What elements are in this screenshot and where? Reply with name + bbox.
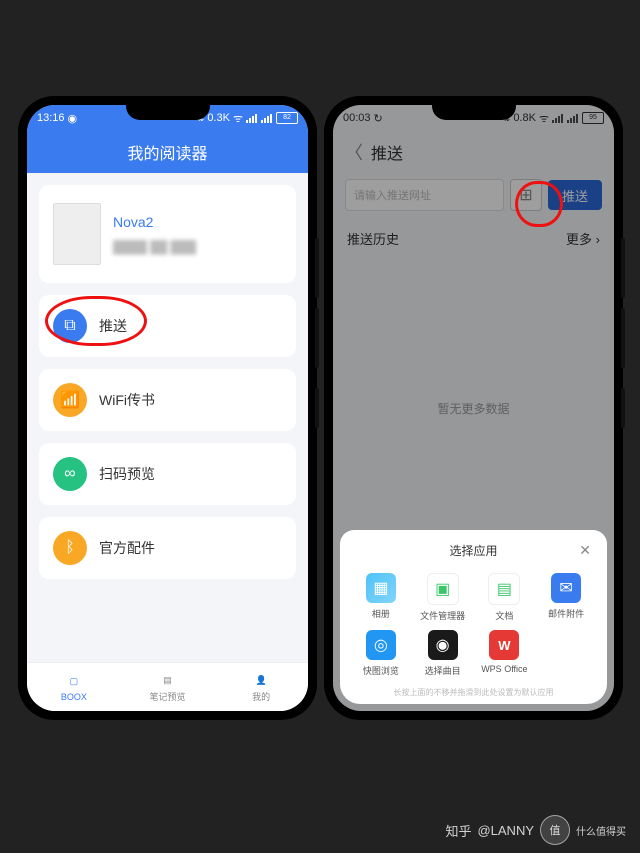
- menu-item-scan[interactable]: ∞ 扫码预览: [39, 443, 296, 505]
- app-icon: ▣: [427, 573, 459, 605]
- nav-tab-2[interactable]: 👤我的: [214, 663, 308, 711]
- device-card[interactable]: Nova2 ████ ██ ███: [39, 185, 296, 283]
- wifi-icon: ᯤ: [233, 111, 243, 126]
- app-icon: ▦: [366, 573, 396, 603]
- page-title: 我的阅读器: [27, 131, 308, 173]
- app-option[interactable]: ▣ 文件管理器: [414, 573, 472, 622]
- app-label: 文档: [495, 609, 513, 622]
- app-label: 文件管理器: [420, 609, 465, 622]
- app-icon: ▤: [488, 573, 520, 605]
- share-icon: ∞: [53, 457, 87, 491]
- watermark: 知乎 @LANNY 值 什么值得买: [445, 815, 626, 845]
- app-chooser-sheet: 选择应用 ✕ ▦ 相册 ▣ 文件管理器 ▤ 文档 ✉ 邮件附件 ◎ 快图浏览 ◉ 选择曲目 W WPS O…: [340, 530, 607, 704]
- menu-label: 扫码预览: [99, 464, 155, 484]
- bluetooth-icon: ᛒ: [53, 531, 87, 565]
- device-name: Nova2: [113, 214, 196, 230]
- wifi-doc-icon: 📶: [53, 383, 87, 417]
- app-label: 快图浏览: [363, 664, 399, 677]
- nav-icon: ▢: [65, 673, 83, 691]
- menu-label: 官方配件: [99, 538, 155, 558]
- app-option[interactable]: ◉ 选择曲目: [414, 630, 472, 677]
- nav-tab-0[interactable]: ▢BOOX: [27, 663, 121, 711]
- bottom-nav: ▢BOOX▤笔记预览👤我的: [27, 662, 308, 711]
- signal-icon: [261, 114, 273, 123]
- device-thumbnail: [53, 203, 101, 265]
- signal-icon: [246, 114, 258, 123]
- app-label: WPS Office: [481, 664, 527, 674]
- status-time: 13:16: [37, 112, 65, 124]
- app-option[interactable]: ◎ 快图浏览: [352, 630, 410, 677]
- app-label: 选择曲目: [425, 664, 461, 677]
- app-option[interactable]: ▤ 文档: [476, 573, 534, 622]
- nav-icon: 👤: [252, 671, 270, 689]
- app-option[interactable]: ✉ 邮件附件: [537, 573, 595, 622]
- app-icon: ◎: [366, 630, 396, 660]
- status-net: 0.3K: [207, 112, 230, 124]
- app-option[interactable]: W WPS Office: [476, 630, 534, 677]
- app-icon: W: [489, 630, 519, 660]
- menu-label: WiFi传书: [99, 390, 155, 410]
- app-label: 相册: [372, 607, 390, 620]
- app-icon: ✉: [551, 573, 581, 603]
- menu-item-wifi[interactable]: 📶 WiFi传书: [39, 369, 296, 431]
- menu-item-acc[interactable]: ᛒ 官方配件: [39, 517, 296, 579]
- sheet-title: 选择应用: [449, 544, 497, 558]
- phone-right: 00:03 ↻ ⇅ 0.8K ᯤ 95 〈 推送 请输入推送网址: [326, 98, 621, 718]
- sheet-hint: 长按上面的不移并拖滑到此处设置为默认应用: [348, 683, 599, 698]
- camera-icon: ◉: [68, 112, 78, 125]
- app-label: 邮件附件: [548, 607, 584, 620]
- menu-label: 推送: [99, 316, 127, 336]
- app-option[interactable]: ▦ 相册: [352, 573, 410, 622]
- device-id: ████ ██ ███: [113, 240, 196, 254]
- app-icon: ◉: [428, 630, 458, 660]
- badge-icon: 值: [540, 815, 570, 845]
- menu-item-push[interactable]: ⧉ 推送: [39, 295, 296, 357]
- nav-icon: ▤: [159, 671, 177, 689]
- close-icon[interactable]: ✕: [579, 542, 591, 559]
- screens-icon: ⧉: [53, 309, 87, 343]
- battery-icon: 82: [276, 112, 298, 124]
- nav-tab-1[interactable]: ▤笔记预览: [121, 663, 215, 711]
- phone-left: 13:16 ◉ ⇅ 0.3K ᯤ 82 我的阅读器 Nova2: [20, 98, 315, 718]
